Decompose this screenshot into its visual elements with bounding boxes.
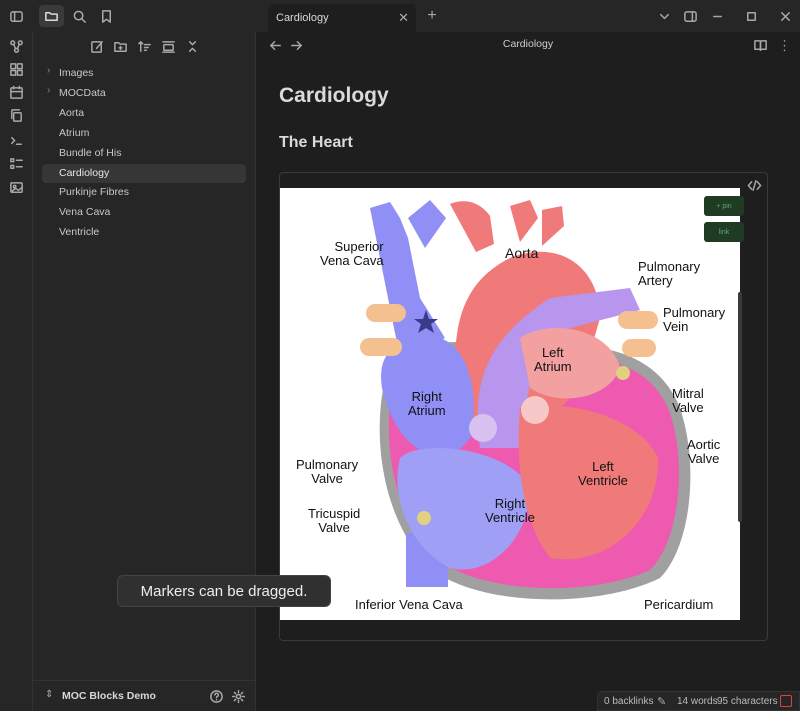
list-icon[interactable]	[8, 155, 24, 171]
folder-images[interactable]: › Images	[42, 64, 246, 83]
file-ventricle[interactable]: Ventricle	[42, 223, 246, 242]
ribbon	[0, 32, 33, 711]
sidebar-toggle-icon[interactable]	[6, 8, 26, 24]
tree-item-label: Images	[59, 67, 94, 79]
file-bundle-of-his[interactable]: Bundle of His	[42, 144, 246, 163]
label-right-atrium: Right Atrium	[408, 389, 446, 418]
diagram-scrollbar[interactable]	[738, 292, 742, 522]
label-pulmonary-vein: Pulmonary Vein	[663, 305, 726, 334]
sort-icon[interactable]	[136, 38, 152, 54]
page-title: Cardiology	[279, 84, 389, 107]
reading-view-icon[interactable]	[752, 37, 768, 53]
chevron-right-icon: ›	[47, 65, 51, 76]
chevrons-up-down-icon: ⇕	[45, 689, 54, 700]
vault-switcher[interactable]: ⇕ MOC Blocks Demo	[33, 680, 256, 711]
label-aortic-valve: Aortic Valve	[687, 437, 721, 466]
tree-item-label: Vena Cava	[59, 206, 111, 218]
calendar-icon[interactable]	[8, 84, 24, 100]
minimize-icon[interactable]	[709, 8, 725, 24]
section-heading: The Heart	[279, 134, 353, 151]
code-icon[interactable]	[746, 178, 762, 192]
toast-notification: Markers can be dragged.	[117, 575, 331, 607]
label-left-ventricle: Left Ventricle	[578, 459, 628, 488]
tab-title: Cardiology	[276, 12, 329, 24]
new-note-icon[interactable]	[89, 38, 105, 54]
label-left-atrium: Left Atrium	[534, 345, 572, 374]
status-bar: 0 backlinks ✎ 14 words 95 characters	[597, 691, 800, 711]
file-cardiology[interactable]: Cardiology	[42, 164, 246, 183]
tree-item-label: Bundle of His	[59, 147, 122, 159]
close-tab-icon[interactable]: ✕	[398, 10, 409, 26]
label-pulmonary-valve: Pulmonary Valve	[296, 457, 359, 486]
label-aorta: Aorta	[505, 245, 539, 261]
label-right-ventricle: Right Ventricle	[485, 496, 535, 525]
new-folder-icon[interactable]	[112, 38, 128, 54]
heart-diagram[interactable]: Superior Vena Cava Aorta Pulmonary Arter…	[280, 188, 744, 620]
canvas-icon[interactable]	[8, 61, 24, 77]
pencil-icon[interactable]: ✎	[657, 695, 666, 708]
view-header-title[interactable]: Cardiology	[256, 38, 800, 50]
close-window-icon[interactable]	[777, 8, 793, 24]
auto-reveal-icon[interactable]	[160, 38, 176, 54]
vault-name: MOC Blocks Demo	[62, 690, 156, 702]
new-tab-icon[interactable]: +	[424, 7, 440, 24]
tree-item-label: MOCData	[59, 87, 106, 99]
file-atrium[interactable]: Atrium	[42, 124, 246, 143]
tab-cardiology[interactable]: Cardiology ✕	[268, 4, 416, 32]
tree-item-label: Atrium	[59, 127, 90, 139]
chevron-right-icon: ›	[47, 85, 51, 96]
search-icon[interactable]	[70, 8, 88, 24]
file-purkinje-fibres[interactable]: Purkinje Fibres	[42, 183, 246, 202]
settings-icon[interactable]	[230, 688, 246, 704]
image-icon[interactable]	[8, 179, 24, 195]
label-pericardium: Pericardium	[644, 597, 714, 612]
label-tricuspid-valve: Tricuspid Valve	[308, 506, 361, 535]
chevron-down-icon[interactable]	[656, 8, 672, 24]
maximize-icon[interactable]	[743, 8, 759, 24]
collapse-all-icon[interactable]	[184, 38, 200, 54]
folder-icon[interactable]	[39, 5, 64, 27]
more-options-icon[interactable]	[776, 37, 792, 53]
label-mitral-valve: Mitral Valve	[672, 386, 704, 415]
tree-item-label: Cardiology	[59, 167, 110, 179]
copy-icon[interactable]	[8, 107, 24, 123]
word-count: 14 words	[677, 696, 718, 707]
label-pulmonary-artery: Pulmonary Artery	[638, 259, 701, 288]
sync-error-icon[interactable]	[780, 695, 792, 707]
tree-item-label: Purkinje Fibres	[59, 186, 130, 198]
backlinks-count[interactable]: 0 backlinks	[604, 696, 653, 707]
file-vena-cava[interactable]: Vena Cava	[42, 203, 246, 222]
title-bar: Cardiology ✕ +	[0, 0, 800, 32]
add-link-button[interactable]: link	[704, 222, 744, 242]
file-aorta[interactable]: Aorta	[42, 104, 246, 123]
bookmark-icon[interactable]	[97, 8, 115, 24]
label-superior-vena-cava: Superior Vena Cava	[320, 239, 384, 268]
folder-mocdata[interactable]: › MOCData	[42, 84, 246, 103]
right-sidebar-toggle-icon[interactable]	[681, 8, 699, 24]
add-pin-button[interactable]: + pin	[704, 196, 744, 216]
terminal-icon[interactable]	[8, 132, 24, 148]
label-inferior-vena-cava: Inferior Vena Cava	[355, 597, 463, 612]
character-count: 95 characters	[717, 696, 778, 707]
help-icon[interactable]	[208, 688, 224, 704]
tree-item-label: Ventricle	[59, 226, 100, 238]
graph-icon[interactable]	[8, 38, 24, 54]
tree-item-label: Aorta	[59, 107, 85, 119]
